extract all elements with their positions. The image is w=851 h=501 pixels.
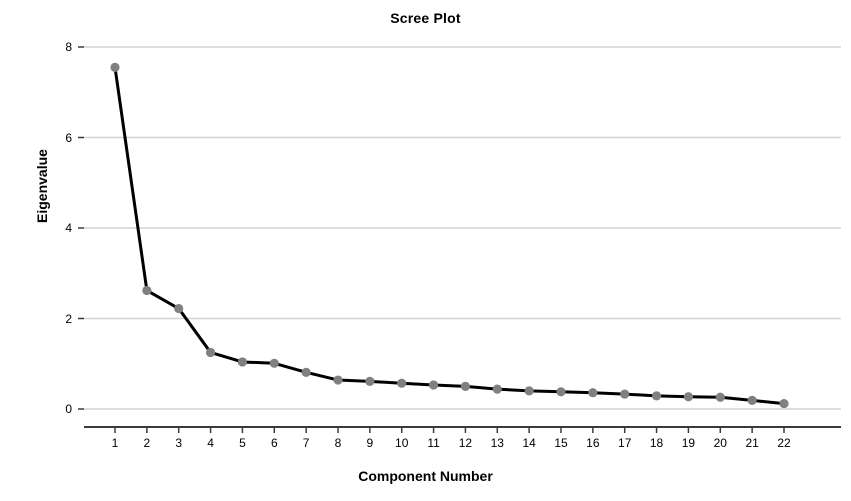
data-point: [651, 391, 662, 401]
data-point: [588, 388, 598, 398]
y-axis-tick-label: 6: [65, 130, 72, 145]
data-point: [365, 376, 375, 386]
y-axis-tick-label: 0: [65, 402, 72, 416]
y-axis-tick-label: 4: [65, 221, 72, 235]
plot-area: [0, 0, 851, 501]
data-point: [110, 62, 120, 72]
data-point: [174, 303, 184, 314]
data-point: [205, 347, 216, 358]
data-point: [747, 395, 757, 406]
y-axis-tick-label: 8: [65, 40, 72, 54]
data-point: [397, 378, 407, 388]
data-point: [301, 367, 311, 377]
data-point: [556, 387, 566, 397]
gridlines: [84, 46, 841, 410]
data-point: [492, 384, 502, 394]
data-point: [269, 358, 279, 368]
data-point: [779, 398, 789, 409]
data-point: [620, 389, 630, 399]
data-point: [524, 386, 534, 396]
data-point: [683, 392, 694, 402]
data-point: [460, 381, 471, 391]
data-point: [428, 380, 439, 390]
y-axis-tick-marks: [78, 46, 84, 410]
data-point: [715, 392, 725, 402]
y-axis-tick-label: 2: [65, 311, 72, 326]
data-point: [333, 375, 343, 385]
data-point: [142, 285, 152, 296]
data-point: [237, 357, 248, 367]
data-markers: [110, 62, 789, 409]
plot-canvas: [78, 46, 841, 433]
x-axis-tick-label: 22: [777, 436, 791, 450]
data-line: [113, 65, 786, 406]
scree-plot-figure: Scree Plot Eigenvalue Component Number 0…: [0, 0, 851, 501]
